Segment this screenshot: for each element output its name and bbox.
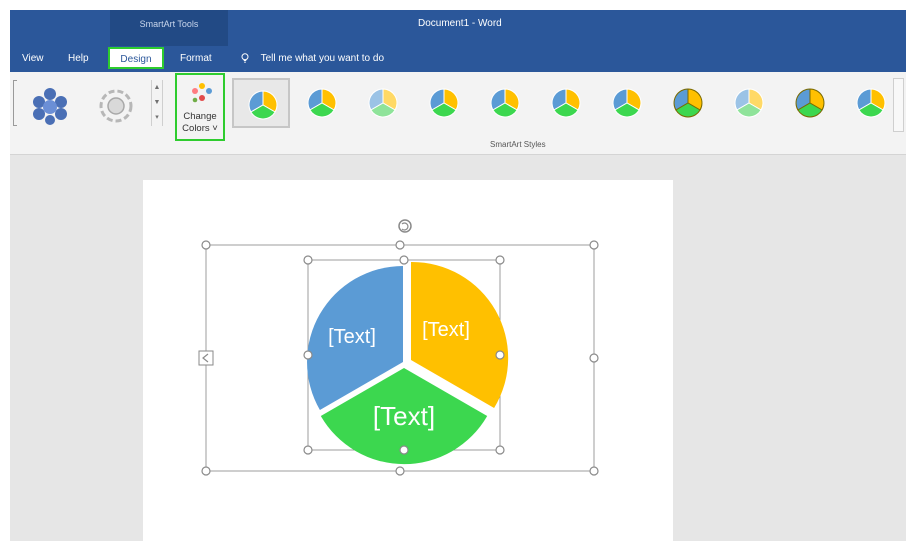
layout-cycle-icon[interactable] (96, 86, 136, 126)
word-window: SmartArt Tools Document1 - Word View Hel… (10, 10, 906, 541)
rotate-handle-icon[interactable] (398, 219, 412, 233)
scroll-down-icon[interactable]: ▼ (152, 95, 162, 110)
segment-label-left[interactable]: [Text] (328, 326, 376, 348)
segment-label-bottom[interactable]: [Text] (373, 401, 435, 431)
document-page[interactable]: [Text] [Text] [Text] (143, 180, 673, 541)
tab-help[interactable]: Help (68, 46, 89, 72)
pie-thumbnail-icon (612, 88, 642, 118)
smartart-canvas: [Text] [Text] [Text] (198, 219, 599, 476)
pie-thumbnail-icon (248, 90, 278, 120)
title-bar: SmartArt Tools Document1 - Word (10, 10, 906, 46)
tab-design[interactable]: Design (108, 47, 164, 69)
smartart-style-5[interactable] (476, 78, 534, 128)
smartart-style-1[interactable] (232, 78, 290, 128)
pie-thumbnail-icon (673, 88, 703, 118)
pie-thumbnail-icon (368, 88, 398, 118)
change-colors-button[interactable]: Change Colors ˅ (175, 73, 225, 141)
smartart-style-7[interactable] (598, 78, 656, 128)
scroll-up-icon[interactable]: ▲ (152, 80, 162, 95)
pie-thumbnail-icon (429, 88, 459, 118)
document-title: Document1 - Word (418, 18, 502, 29)
tell-me-search[interactable]: Tell me what you want to do (240, 46, 384, 72)
pie-thumbnail-icon (551, 88, 581, 118)
pie-thumbnail-icon (734, 88, 764, 118)
layout-gallery-scroller[interactable]: ▲ ▼ ▾ (151, 80, 163, 126)
ribbon-tabs: View Help Design Format Tell me what you… (10, 46, 906, 72)
smartart-style-4[interactable] (415, 78, 473, 128)
segment-label-right[interactable]: [Text] (422, 319, 470, 341)
pie-thumbnail-icon (856, 88, 886, 118)
pie-thumbnail-icon (490, 88, 520, 118)
tell-me-text: Tell me what you want to do (260, 53, 385, 64)
pie-thumbnail-icon (307, 88, 337, 118)
smartart-style-2[interactable] (293, 78, 351, 128)
smartart-tools-context-tab: SmartArt Tools (110, 10, 228, 46)
lightbulb-icon (241, 53, 249, 64)
smartart-style-11[interactable] (842, 78, 900, 128)
ribbon-divider (13, 80, 17, 126)
smartart-style-9[interactable] (720, 78, 778, 128)
color-palette-icon (192, 83, 212, 103)
layout-hierarchy-icon[interactable] (30, 86, 70, 126)
change-colors-line1: Change (183, 111, 217, 122)
smartart-style-8[interactable] (659, 78, 717, 128)
pie-thumbnail-icon (795, 88, 825, 118)
smartart-style-10[interactable] (781, 78, 839, 128)
smartart-style-3[interactable] (354, 78, 412, 128)
gallery-scrollbar[interactable] (893, 78, 904, 132)
group-label-smartart-styles: SmartArt Styles (490, 140, 546, 149)
tab-format[interactable]: Format (180, 46, 212, 72)
smartart-styles-gallery (232, 78, 902, 130)
text-pane-toggle[interactable] (198, 350, 214, 366)
tab-view[interactable]: View (22, 46, 44, 72)
ribbon: ▲ ▼ ▾ Change Colors ˅ SmartArt Styles (10, 72, 906, 155)
smartart-style-6[interactable] (537, 78, 595, 128)
change-colors-line2: Colors ˅ (182, 123, 218, 134)
more-icon[interactable]: ▾ (152, 110, 162, 125)
